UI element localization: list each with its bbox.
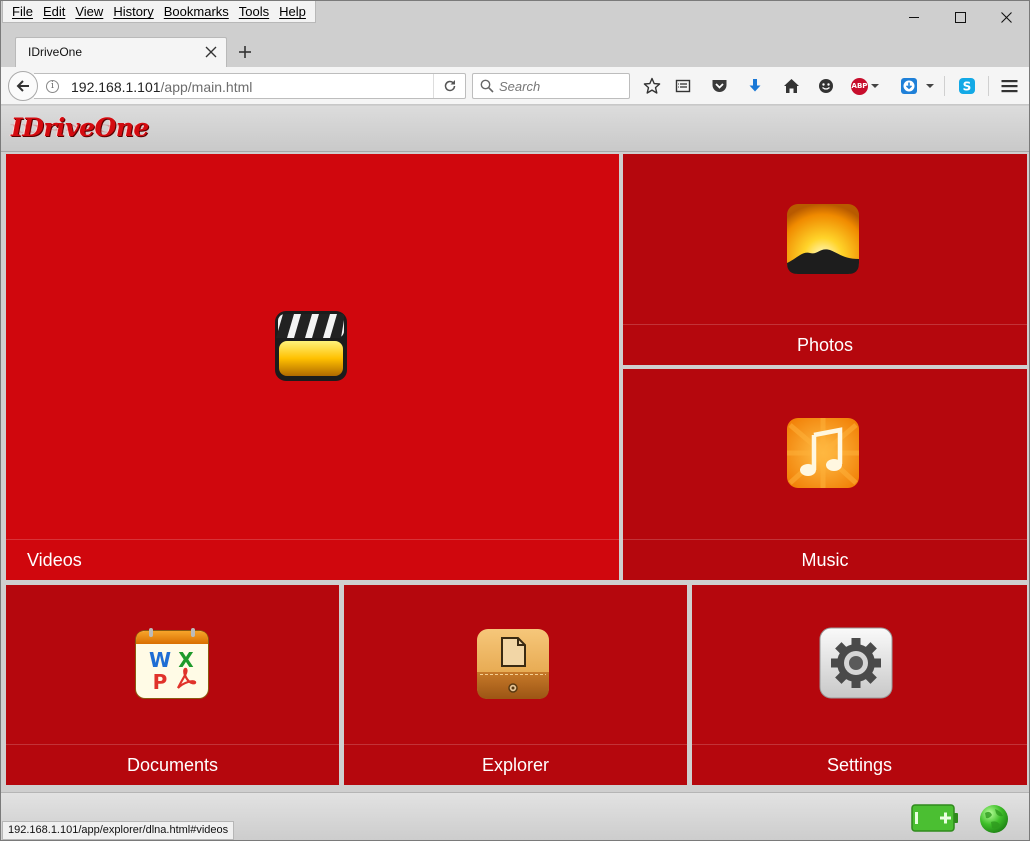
home-icon <box>783 79 799 93</box>
tile-grid: Videos Photos Music W X P Documents Expl… <box>2 152 1029 786</box>
menu-bookmarks[interactable]: Bookmarks <box>159 2 234 22</box>
documents-icon-letter-p: P <box>153 670 168 694</box>
music-note-icon <box>787 418 859 488</box>
file-explorer-icon <box>477 629 549 699</box>
url-bar[interactable]: i 192.168.1.101/app/main.html <box>34 73 466 99</box>
bookmark-star-icon <box>643 77 661 94</box>
tile-photos-label: Photos <box>623 324 1027 365</box>
menu-items: File Edit View History Bookmarks Tools H… <box>2 1 316 23</box>
tile-documents-label: Documents <box>6 744 339 785</box>
tab-idriveone[interactable]: IDriveOne <box>15 37 227 67</box>
svg-text:S: S <box>963 80 972 94</box>
battery-icon <box>911 804 958 832</box>
tile-music-label: Music <box>623 539 1027 580</box>
close-window-button[interactable] <box>983 1 1029 33</box>
bookmark-star-button[interactable] <box>640 74 664 98</box>
new-tab-button[interactable] <box>233 40 257 64</box>
url-path: /app/main.html <box>160 79 253 95</box>
download-manager-dropdown[interactable] <box>923 74 937 98</box>
pocket-icon <box>712 80 726 92</box>
back-button[interactable] <box>8 71 38 101</box>
navigation-toolbar: i 192.168.1.101/app/main.html Search ABP… <box>1 67 1029 105</box>
plus-icon <box>239 46 251 58</box>
pocket-button[interactable] <box>707 74 731 98</box>
skype-icon: S <box>959 78 975 94</box>
app-header: IDriveOne IDriveOne <box>1 106 1029 152</box>
app-logo-reflection: IDriveOne <box>11 121 149 135</box>
menu-history[interactable]: History <box>108 2 158 22</box>
reload-button[interactable] <box>433 74 465 98</box>
clapperboard-icon <box>275 311 347 381</box>
search-input[interactable] <box>499 77 624 95</box>
open-menu-button[interactable] <box>997 74 1021 98</box>
toolbar-separator <box>944 76 945 96</box>
tile-explorer-label: Explorer <box>344 744 687 785</box>
maximize-icon <box>954 11 966 23</box>
minimize-button[interactable] <box>891 1 937 33</box>
download-icon <box>749 79 761 92</box>
toolbar-separator <box>988 76 989 96</box>
emoji-icon <box>819 79 833 93</box>
chevron-down-icon <box>871 84 879 88</box>
tile-music[interactable]: Music <box>623 369 1027 580</box>
maximize-button[interactable] <box>937 1 983 33</box>
url-host: 192.168.1.101 <box>71 79 161 95</box>
menubar: File Edit View History Bookmarks Tools H… <box>1 1 1029 23</box>
tile-videos[interactable]: Videos <box>6 154 619 580</box>
menu-tools[interactable]: Tools <box>234 2 274 22</box>
tile-photos[interactable]: Photos <box>623 154 1027 365</box>
tile-settings[interactable]: Settings <box>692 585 1027 785</box>
close-icon <box>1000 11 1012 23</box>
tab-close-icon[interactable] <box>204 45 218 59</box>
sunset-photo-icon <box>787 204 859 274</box>
hamburger-menu-icon <box>1001 80 1017 93</box>
skype-button[interactable]: S <box>955 74 979 98</box>
menu-help[interactable]: Help <box>274 2 311 22</box>
download-manager-icon <box>901 78 917 94</box>
adblock-plus-icon: ABP <box>851 77 868 95</box>
documents-icon-letter-w: W <box>149 648 171 672</box>
window-controls <box>891 1 1029 33</box>
search-bar[interactable] <box>472 73 630 99</box>
back-arrow-icon <box>16 80 29 92</box>
download-manager-button[interactable] <box>897 74 921 98</box>
download-button[interactable] <box>743 74 767 98</box>
menu-view[interactable]: View <box>70 2 108 22</box>
emoji-button[interactable] <box>814 74 838 98</box>
status-hover-url: 192.168.1.101/app/explorer/dlna.html#vid… <box>2 821 235 840</box>
minimize-icon <box>908 16 919 18</box>
adblock-plus-button[interactable]: ABP <box>851 74 885 98</box>
tab-title: IDriveOne <box>28 45 83 59</box>
tile-documents[interactable]: W X P Documents <box>6 585 339 785</box>
home-button[interactable] <box>779 74 803 98</box>
info-icon[interactable]: i <box>46 80 59 93</box>
network-globe-icon <box>980 805 1008 833</box>
url-text[interactable]: 192.168.1.101/app/main.html <box>71 79 252 95</box>
documents-icon: W X P <box>135 628 209 699</box>
tile-settings-label: Settings <box>692 744 1027 785</box>
search-icon <box>480 79 494 93</box>
reading-list-button[interactable] <box>671 74 695 98</box>
menu-edit[interactable]: Edit <box>38 2 70 22</box>
tile-videos-label: Videos <box>6 539 619 580</box>
tab-bar: IDriveOne <box>1 33 1029 67</box>
gear-icon <box>819 627 893 699</box>
browser-window: File Edit View History Bookmarks Tools H… <box>0 0 1030 841</box>
reload-icon <box>444 80 455 92</box>
menu-file[interactable]: File <box>7 2 38 22</box>
reading-list-icon <box>675 79 691 93</box>
tile-explorer[interactable]: Explorer <box>344 585 687 785</box>
chevron-down-icon <box>926 84 934 88</box>
